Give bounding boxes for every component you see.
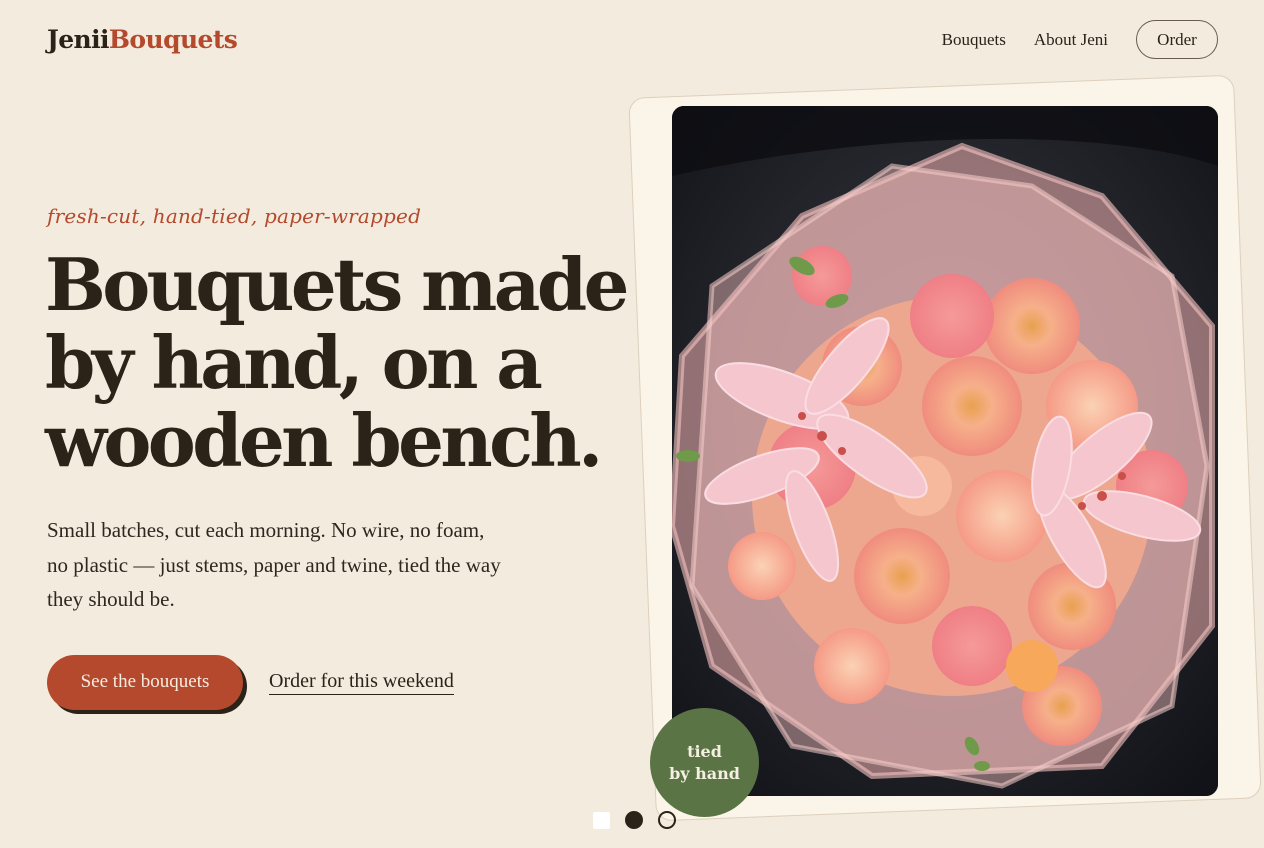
nav-link-bouquets[interactable]: Bouquets	[942, 30, 1006, 50]
hero-description: Small batches, cut each morning. No wire…	[47, 518, 501, 611]
bouquet-photo	[672, 106, 1218, 796]
tied-by-hand-badge: tied by hand	[650, 708, 759, 817]
order-button[interactable]: Order	[1136, 20, 1218, 59]
logo-wordmark-jenii: Jenii	[47, 25, 110, 54]
see-bouquets-button[interactable]: See the bouquets	[47, 654, 243, 710]
hero-headline: Bouquets made by hand, on a wooden bench…	[45, 246, 645, 480]
logo[interactable]: JeniiBouquets	[47, 22, 238, 58]
carousel-dots	[593, 811, 676, 829]
logo-wordmark-bouquets: Bouquets	[108, 25, 238, 54]
carousel-dot-2[interactable]	[625, 811, 643, 829]
headline-line-1: Bouquets made	[45, 242, 629, 327]
bouquet-illustration	[672, 106, 1218, 796]
cta-row: See the bouquets Order for this weekend	[47, 654, 454, 710]
headline-line-3: wooden bench.	[45, 398, 603, 483]
badge-line-1: tied	[687, 741, 722, 761]
carousel-dot-3[interactable]	[658, 811, 676, 829]
badge-line-2: by hand	[669, 763, 740, 783]
hero-tagline: fresh-cut, hand-tied, paper-wrapped	[47, 204, 422, 228]
main-nav: Bouquets About Jeni Order	[942, 20, 1218, 59]
site-header: JeniiBouquets Bouquets About Jeni Order	[0, 0, 1264, 80]
carousel-dot-1[interactable]	[593, 811, 610, 829]
headline-line-2: by hand, on a	[45, 320, 543, 405]
nav-link-about[interactable]: About Jeni	[1034, 30, 1108, 50]
order-weekend-link[interactable]: Order for this weekend	[269, 670, 454, 695]
